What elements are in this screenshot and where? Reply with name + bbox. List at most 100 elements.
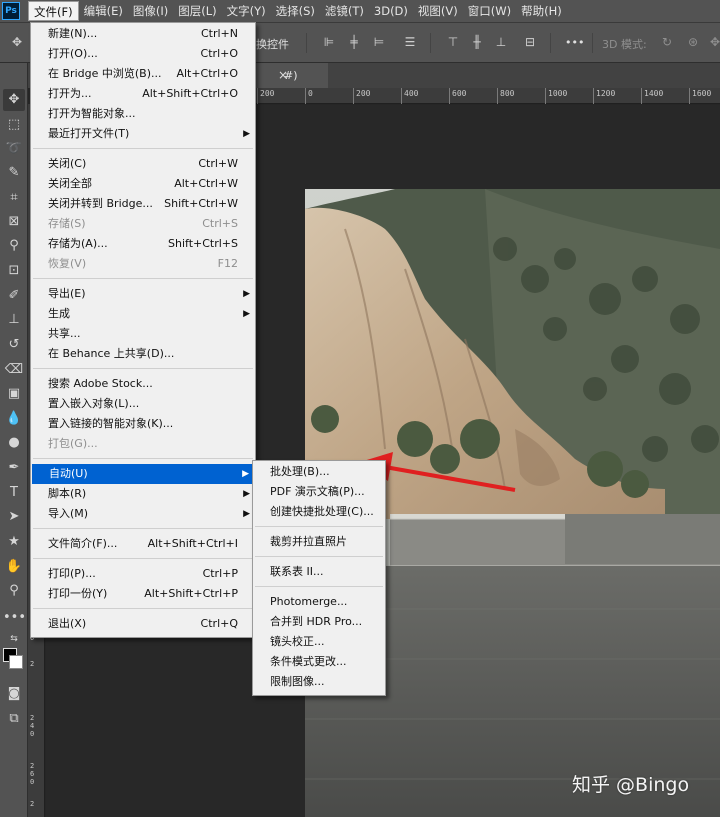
file-menu-item-16[interactable]: 共享... <box>31 324 255 344</box>
menu-item-label: 打开为... <box>48 87 92 100</box>
automate-menu-item-6[interactable]: 联系表 II... <box>253 562 385 582</box>
menu-item-label: 新建(N)... <box>48 27 98 40</box>
file-menu-item-12: 恢复(V) F12 <box>31 254 255 274</box>
menu-item-shortcut: Ctrl+S <box>202 217 238 230</box>
file-menu-item-11[interactable]: 存储为(A)... Shift+Ctrl+S <box>31 234 255 254</box>
file-menu-item-14[interactable]: 导出(E) ▶ <box>31 284 255 304</box>
menu-item-label: 置入链接的智能对象(K)... <box>48 417 174 430</box>
automate-menu-item-12[interactable]: 限制图像... <box>253 672 385 692</box>
menu-separator <box>33 458 253 459</box>
file-menu-item-7[interactable]: 关闭(C) Ctrl+W <box>31 154 255 174</box>
submenu-arrow-icon: ▶ <box>243 489 250 499</box>
file-menu-item-33[interactable]: 退出(X) Ctrl+Q <box>31 614 255 634</box>
menu-item-shortcut: Ctrl+N <box>200 27 238 40</box>
file-menu-item-20[interactable]: 置入嵌入对象(L)... <box>31 394 255 414</box>
automate-menu-item-10[interactable]: 镜头校正... <box>253 632 385 652</box>
submenu-arrow-icon: ▶ <box>243 309 250 319</box>
menu-item-label: 脚本(R) <box>48 487 87 500</box>
menu-item-label: 导入(M) <box>48 507 89 520</box>
menu-item-label: PDF 演示文稿(P)... <box>270 485 365 498</box>
file-menu-item-15[interactable]: 生成 ▶ <box>31 304 255 324</box>
menu-item-label: 最近打开文件(T) <box>48 127 130 140</box>
menu-item-shortcut: Ctrl+W <box>198 157 238 170</box>
automate-submenu: 批处理(B)... PDF 演示文稿(P)... 创建快捷批处理(C)... 裁剪并拉… <box>252 460 386 696</box>
menu-item-label: 关闭(C) <box>48 157 87 170</box>
file-menu-item-2[interactable]: 在 Bridge 中浏览(B)... Alt+Ctrl+O <box>31 64 255 84</box>
menu-item-label: 打印一份(Y) <box>48 587 108 600</box>
menu-item-label: 导出(E) <box>48 287 86 300</box>
submenu-arrow-icon: ▶ <box>243 289 250 299</box>
file-menu-item-24[interactable]: 自动(U) ▶ <box>32 464 254 484</box>
file-menu-item-26[interactable]: 导入(M) ▶ <box>31 504 255 524</box>
automate-menu-item-9[interactable]: 合并到 HDR Pro... <box>253 612 385 632</box>
menu-item-label: 打包(G)... <box>48 437 98 450</box>
file-menu-item-10: 存储(S) Ctrl+S <box>31 214 255 234</box>
menu-separator <box>33 278 253 279</box>
automate-menu-item-4[interactable]: 裁剪并拉直照片 <box>253 532 385 552</box>
file-menu-item-19[interactable]: 搜索 Adobe Stock... <box>31 374 255 394</box>
file-menu-item-17[interactable]: 在 Behance 上共享(D)... <box>31 344 255 364</box>
photoshop-window: Ps 文件(F) 编辑(E) 图像(I) 图层(L) 文字(Y) 选择(S) 滤… <box>0 0 720 817</box>
menu-item-shortcut: Ctrl+O <box>200 47 238 60</box>
menu-item-label: Photomerge... <box>270 595 348 608</box>
menu-item-label: 镜头校正... <box>270 635 325 648</box>
file-menu-item-0[interactable]: 新建(N)... Ctrl+N <box>31 24 255 44</box>
menu-item-label: 打开(O)... <box>48 47 98 60</box>
file-menu-item-21[interactable]: 置入链接的智能对象(K)... <box>31 414 255 434</box>
menu-item-shortcut: Alt+Ctrl+O <box>176 67 238 80</box>
menu-item-shortcut: Ctrl+P <box>202 567 238 580</box>
automate-menu-item-8[interactable]: Photomerge... <box>253 592 385 612</box>
submenu-arrow-icon: ▶ <box>242 469 249 479</box>
menu-separator <box>33 368 253 369</box>
automate-menu-item-0[interactable]: 批处理(B)... <box>253 462 385 482</box>
watermark-text: 知乎 @Bingo <box>572 774 690 796</box>
menu-separator <box>33 148 253 149</box>
submenu-arrow-icon: ▶ <box>243 129 250 139</box>
menu-item-label: 退出(X) <box>48 617 87 630</box>
menu-item-label: 裁剪并拉直照片 <box>270 535 347 548</box>
menu-item-shortcut: Alt+Shift+Ctrl+I <box>147 537 238 550</box>
menu-item-shortcut: Alt+Shift+Ctrl+P <box>144 587 238 600</box>
file-menu: 新建(N)... Ctrl+N 打开(O)... Ctrl+O 在 Bridge 中浏览… <box>30 22 256 638</box>
menu-item-label: 打开为智能对象... <box>48 107 136 120</box>
file-menu-item-25[interactable]: 脚本(R) ▶ <box>31 484 255 504</box>
file-menu-item-30[interactable]: 打印(P)... Ctrl+P <box>31 564 255 584</box>
menu-item-shortcut: F12 <box>217 257 238 270</box>
menu-separator <box>255 526 383 527</box>
menu-separator <box>255 556 383 557</box>
menu-item-label: 打印(P)... <box>48 567 96 580</box>
menu-item-label: 在 Behance 上共享(D)... <box>48 347 175 360</box>
file-menu-item-9[interactable]: 关闭并转到 Bridge... Shift+Ctrl+W <box>31 194 255 214</box>
menu-item-label: 批处理(B)... <box>270 465 330 478</box>
file-menu-item-1[interactable]: 打开(O)... Ctrl+O <box>31 44 255 64</box>
menu-item-label: 生成 <box>48 307 70 320</box>
menu-separator <box>33 558 253 559</box>
menu-item-shortcut: Shift+Ctrl+W <box>164 197 238 210</box>
file-menu-item-31[interactable]: 打印一份(Y) Alt+Shift+Ctrl+P <box>31 584 255 604</box>
menu-item-label: 存储为(A)... <box>48 237 108 250</box>
menu-item-label: 自动(U) <box>49 467 88 480</box>
file-menu-item-22: 打包(G)... <box>31 434 255 454</box>
menu-item-label: 创建快捷批处理(C)... <box>270 505 374 518</box>
menu-item-label: 存储(S) <box>48 217 86 230</box>
menu-item-label: 置入嵌入对象(L)... <box>48 397 140 410</box>
file-menu-item-8[interactable]: 关闭全部 Alt+Ctrl+W <box>31 174 255 194</box>
menu-separator <box>33 608 253 609</box>
automate-menu-item-2[interactable]: 创建快捷批处理(C)... <box>253 502 385 522</box>
menu-item-shortcut: Alt+Ctrl+W <box>174 177 238 190</box>
menu-item-label: 搜索 Adobe Stock... <box>48 377 153 390</box>
file-menu-item-4[interactable]: 打开为智能对象... <box>31 104 255 124</box>
menu-item-label: 合并到 HDR Pro... <box>270 615 363 628</box>
file-menu-item-3[interactable]: 打开为... Alt+Shift+Ctrl+O <box>31 84 255 104</box>
file-menu-item-5[interactable]: 最近打开文件(T) ▶ <box>31 124 255 144</box>
menu-item-shortcut: Ctrl+Q <box>200 617 238 630</box>
submenu-arrow-icon: ▶ <box>243 509 250 519</box>
automate-menu-item-11[interactable]: 条件模式更改... <box>253 652 385 672</box>
menu-item-label: 关闭并转到 Bridge... <box>48 197 153 210</box>
menu-item-label: 共享... <box>48 327 81 340</box>
menu-item-shortcut: Alt+Shift+Ctrl+O <box>142 87 238 100</box>
automate-menu-item-1[interactable]: PDF 演示文稿(P)... <box>253 482 385 502</box>
menu-item-label: 联系表 II... <box>270 565 324 578</box>
menu-separator <box>255 586 383 587</box>
file-menu-item-28[interactable]: 文件简介(F)... Alt+Shift+Ctrl+I <box>31 534 255 554</box>
